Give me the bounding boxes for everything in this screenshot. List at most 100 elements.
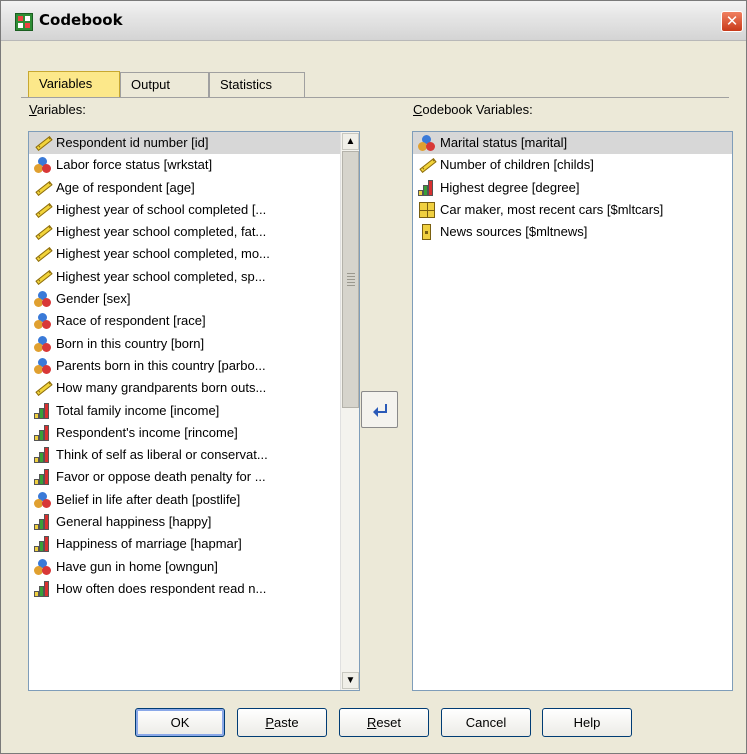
variable-list-item[interactable]: Think of self as liberal or conservat...	[29, 444, 359, 466]
variable-label: Respondent id number [id]	[56, 135, 209, 150]
paste-button[interactable]: Paste	[237, 708, 327, 737]
scroll-down-button[interactable]: ▼	[342, 672, 359, 689]
nominal-icon	[34, 558, 51, 575]
window-title: Codebook	[39, 11, 123, 29]
help-button[interactable]: Help	[542, 708, 632, 737]
nominal-icon	[34, 291, 51, 308]
variable-label: Belief in life after death [postlife]	[56, 491, 241, 507]
variable-label: Favor or oppose death penalty for ...	[56, 469, 266, 485]
move-arrow-icon	[373, 404, 387, 417]
codebook-variable-item[interactable]: Highest degree [degree]	[413, 177, 732, 199]
nominal-icon	[418, 135, 435, 151]
ordinal-icon	[34, 514, 51, 531]
variable-label: Have gun in home [owngun]	[56, 558, 218, 574]
scale-icon	[34, 135, 53, 152]
multiple-response-set-icon	[418, 201, 435, 218]
variable-list-item[interactable]: Gender [sex]	[29, 288, 359, 310]
reset-button[interactable]: Reset	[339, 708, 429, 737]
variable-list-item[interactable]: Born in this country [born]	[29, 333, 359, 355]
scroll-up-button[interactable]: ▲	[342, 133, 359, 150]
scrollbar-thumb[interactable]	[342, 151, 359, 408]
variable-label: General happiness [happy]	[56, 514, 212, 530]
variable-label: Happiness of marriage [hapmar]	[56, 536, 242, 552]
variable-label: Gender [sex]	[56, 291, 131, 307]
variable-list-item[interactable]: Respondent's income [rincome]	[29, 422, 359, 444]
ok-button[interactable]: OK	[135, 708, 225, 737]
nominal-icon	[34, 357, 51, 374]
variable-label: Car maker, most recent cars [$mltcars]	[440, 201, 664, 217]
variable-label: Highest year school completed, mo...	[56, 246, 270, 262]
variable-label: Total family income [income]	[56, 402, 220, 418]
codebook-variable-item[interactable]: Number of children [childs]	[413, 154, 732, 176]
variable-list-item[interactable]: Total family income [income]	[29, 400, 359, 422]
codebook-variable-item[interactable]: News sources [$mltnews]	[413, 221, 732, 243]
scale-icon	[34, 224, 53, 241]
codebook-dialog: Codebook ✕ Variables Output Statistics V…	[0, 0, 747, 754]
tab-output[interactable]: Output	[120, 72, 209, 97]
codebook-variable-item[interactable]: Car maker, most recent cars [$mltcars]	[413, 199, 732, 221]
variable-list-item[interactable]: Favor or oppose death penalty for ...	[29, 466, 359, 488]
nominal-icon	[34, 335, 51, 352]
variable-list-item[interactable]: Age of respondent [age]	[29, 177, 359, 199]
variable-list-item[interactable]: Highest year of school completed [...	[29, 199, 359, 221]
ordinal-icon	[34, 447, 51, 464]
variable-list-item[interactable]: How often does respondent read n...	[29, 578, 359, 600]
variable-label: Highest year school completed, fat...	[56, 224, 267, 240]
variable-list-item[interactable]: Respondent id number [id]	[29, 132, 359, 155]
variables-accel: V	[29, 102, 37, 117]
variable-list-item[interactable]: Belief in life after death [postlife]	[29, 489, 359, 511]
codebook-app-icon	[15, 13, 33, 31]
reset-accel: R	[367, 715, 377, 730]
ordinal-icon	[418, 179, 435, 196]
variable-label: Highest year school completed, sp...	[56, 268, 266, 284]
variable-list-item[interactable]: Happiness of marriage [hapmar]	[29, 533, 359, 555]
variable-label: Highest year of school completed [...	[56, 201, 267, 217]
variable-list-item[interactable]: Have gun in home [owngun]	[29, 556, 359, 578]
tab-divider	[21, 97, 729, 98]
variable-label: How many grandparents born outs...	[56, 380, 267, 396]
variable-label: Race of respondent [race]	[56, 313, 206, 329]
variable-list-item[interactable]: How many grandparents born outs...	[29, 377, 359, 399]
tab-variables[interactable]: Variables	[28, 71, 120, 97]
title-bar[interactable]: Codebook ✕	[1, 1, 746, 41]
ordinal-icon	[34, 469, 51, 486]
variable-list-item[interactable]: Highest year school completed, mo...	[29, 243, 359, 265]
variable-list-item[interactable]: Labor force status [wrkstat]	[29, 154, 359, 176]
variable-label: Highest degree [degree]	[440, 179, 580, 195]
cancel-button[interactable]: Cancel	[441, 708, 531, 737]
scale-icon	[34, 180, 53, 196]
scale-icon	[418, 157, 437, 174]
codebook-label-rest: odebook Variables:	[422, 102, 533, 117]
ordinal-icon	[34, 402, 51, 419]
variable-list-item[interactable]: General happiness [happy]	[29, 511, 359, 533]
scale-icon	[34, 246, 53, 263]
variable-list-item[interactable]: Parents born in this country [parbo...	[29, 355, 359, 377]
ordinal-icon	[34, 580, 51, 597]
variable-list-item[interactable]: Highest year school completed, fat...	[29, 221, 359, 243]
variable-list-item[interactable]: Race of respondent [race]	[29, 310, 359, 332]
tab-statistics[interactable]: Statistics	[209, 72, 305, 97]
close-icon[interactable]: ✕	[721, 11, 743, 32]
variables-items: Respondent id number [id] Labor force sta…	[29, 132, 359, 600]
scale-icon	[34, 380, 53, 397]
nominal-icon	[34, 491, 51, 508]
nominal-icon	[34, 313, 51, 330]
codebook-variables-label: Codebook Variables:	[413, 102, 533, 117]
multiple-dichotomy-set-icon	[418, 224, 435, 241]
nominal-icon	[34, 157, 51, 174]
codebook-variables-items: Marital status [marital] Number of childr…	[413, 132, 732, 243]
move-variable-button[interactable]	[361, 391, 398, 428]
variable-label: Think of self as liberal or conservat...	[56, 447, 268, 463]
codebook-variables-listbox[interactable]: Marital status [marital] Number of childr…	[412, 131, 733, 691]
variables-listbox[interactable]: Respondent id number [id] Labor force sta…	[28, 131, 360, 691]
variable-label: News sources [$mltnews]	[440, 224, 588, 240]
variable-list-item[interactable]: Highest year school completed, sp...	[29, 266, 359, 288]
variable-label: Number of children [childs]	[440, 157, 594, 173]
scroll-grip-icon	[347, 273, 355, 287]
variable-label: Marital status [marital]	[440, 135, 568, 150]
variable-label: Parents born in this country [parbo...	[56, 357, 266, 373]
variables-scrollbar[interactable]: ▲ ▼	[340, 132, 359, 690]
reset-label-rest: eset	[376, 715, 401, 730]
codebook-variable-item[interactable]: Marital status [marital]	[413, 132, 732, 155]
scale-icon	[34, 202, 53, 218]
